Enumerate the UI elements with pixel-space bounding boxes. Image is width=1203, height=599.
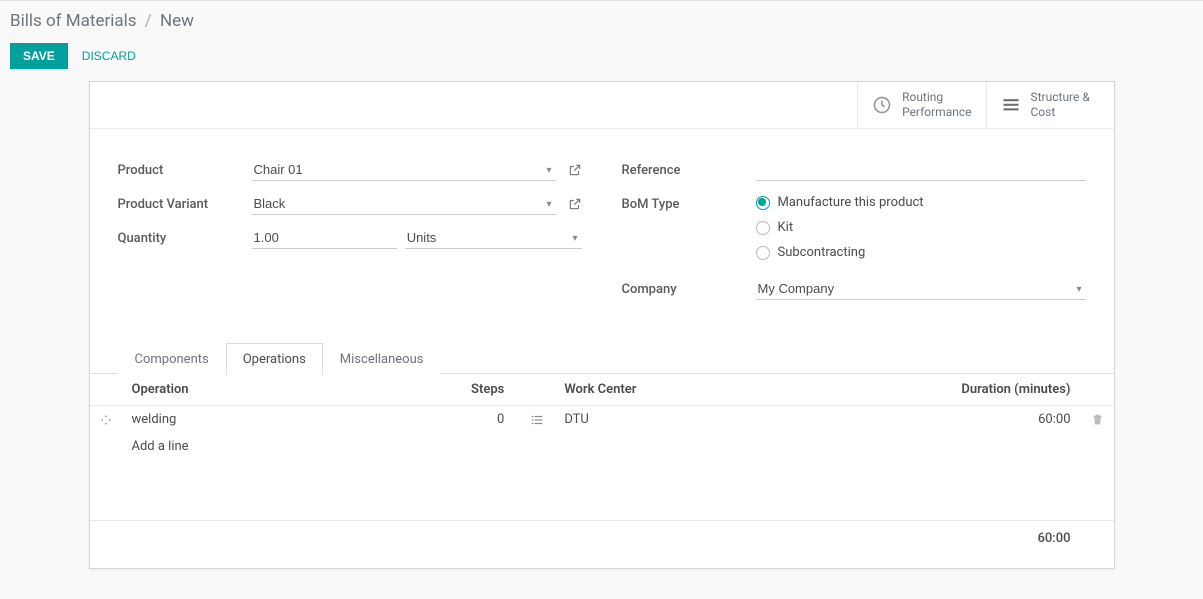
product-label: Product [118,159,252,178]
save-button[interactable]: SAVE [10,43,68,69]
variant-label: Product Variant [118,193,252,212]
radio-icon [756,196,770,210]
breadcrumb-parent[interactable]: Bills of Materials [10,11,137,31]
col-steps: Steps [394,374,514,406]
structure-label-1: Structure & [1031,90,1090,105]
radio-manufacture[interactable]: Manufacture this product [756,195,1086,210]
drag-handle-icon[interactable] [90,406,122,434]
quantity-unit-input[interactable] [405,227,582,249]
external-link-icon[interactable] [568,163,582,177]
operations-table: Operation Steps Work Center Duration (mi… [90,374,1114,556]
col-operation: Operation [122,374,395,406]
breadcrumb-current: New [160,11,194,31]
delete-row-icon[interactable] [1081,406,1114,434]
table-row: Add a line [90,433,1114,460]
bars-icon [1001,95,1021,115]
structure-label-2: Cost [1031,105,1090,120]
form-sheet: Routing Performance Structure & Cost Pro… [89,81,1115,569]
radio-kit[interactable]: Kit [756,220,1086,235]
table-row[interactable]: welding 0 DTU 60:00 [90,406,1114,434]
routing-performance-button[interactable]: Routing Performance [857,82,985,128]
bom-type-radio-group: Manufacture this product Kit Subcontract… [756,193,1086,260]
tab-miscellaneous[interactable]: Miscellaneous [323,343,441,375]
cell-steps[interactable]: 0 [394,406,514,434]
clock-icon [872,95,892,115]
radio-manufacture-label: Manufacture this product [778,195,924,210]
add-line-link[interactable]: Add a line [132,439,189,454]
breadcrumb: Bills of Materials / New [10,11,1193,31]
product-input[interactable] [252,159,556,181]
total-duration: 60:00 [881,520,1081,556]
radio-sub-label: Subcontracting [778,245,866,260]
tab-operations[interactable]: Operations [226,343,323,375]
routing-label-2: Performance [902,105,971,120]
discard-button[interactable]: DISCARD [82,49,136,63]
structure-cost-button[interactable]: Structure & Cost [986,82,1114,128]
tab-components[interactable]: Components [118,343,226,375]
company-input[interactable] [756,278,1086,300]
bom-type-label: BoM Type [622,193,756,212]
variant-input[interactable] [252,193,556,215]
radio-icon [756,246,770,260]
external-link-icon[interactable] [568,197,582,211]
routing-label-1: Routing [902,90,971,105]
quantity-label: Quantity [118,227,252,246]
total-row: 60:00 [90,520,1114,556]
cell-duration[interactable]: 60:00 [881,406,1081,434]
radio-kit-label: Kit [778,220,794,235]
radio-subcontracting[interactable]: Subcontracting [756,245,1086,260]
tab-bar: Components Operations Miscellaneous [118,342,1114,374]
reference-label: Reference [622,159,756,178]
quantity-input[interactable] [252,227,397,249]
breadcrumb-separator: / [145,11,152,31]
company-label: Company [622,278,756,297]
reference-input[interactable] [756,159,1086,181]
cell-workcenter[interactable]: DTU [554,406,880,434]
list-icon[interactable] [530,412,544,427]
cell-operation[interactable]: welding [122,406,395,434]
col-workcenter: Work Center [554,374,880,406]
col-duration: Duration (minutes) [881,374,1081,406]
radio-icon [756,221,770,235]
